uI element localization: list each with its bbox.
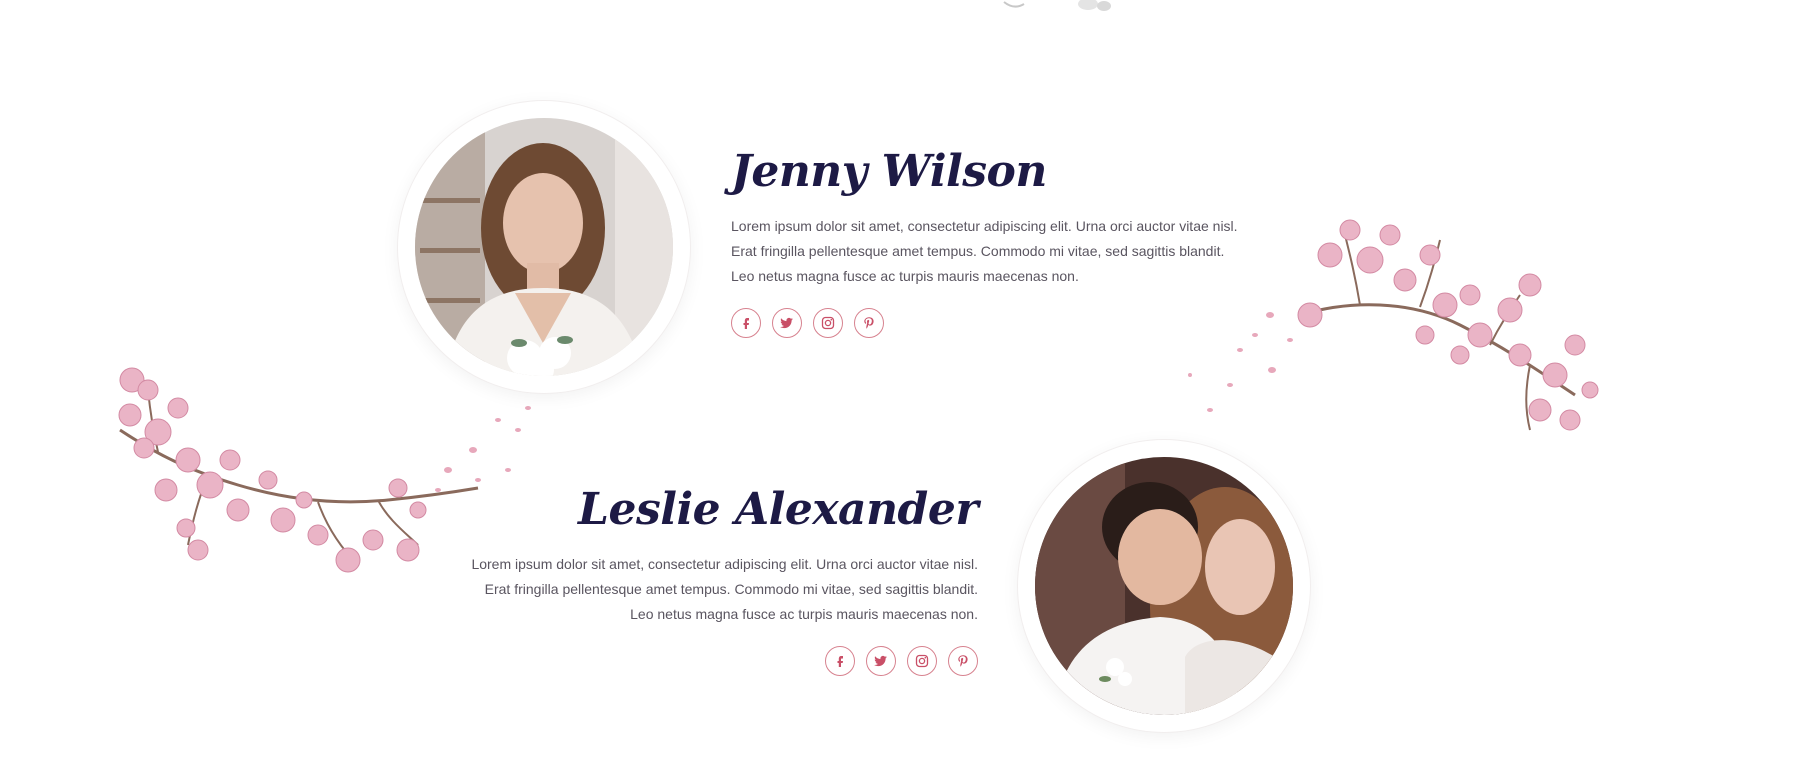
profile-bio: Lorem ipsum dolor sit amet, consectetur … [471, 556, 978, 623]
profile-bio: Lorem ipsum dolor sit amet, consectetur … [731, 218, 1238, 285]
twitter-button[interactable] [866, 646, 896, 677]
top-ornament-decoration [1003, 0, 1111, 11]
facebook-icon [837, 656, 843, 668]
twitter-icon [780, 318, 793, 329]
pinterest-icon [958, 655, 968, 668]
twitter-icon [874, 656, 887, 667]
facebook-button[interactable] [731, 308, 761, 339]
profile-name: Leslie Alexander [578, 484, 978, 535]
social-links [731, 308, 1251, 339]
pinterest-button[interactable] [854, 308, 884, 339]
pinterest-button[interactable] [948, 646, 978, 677]
profile-jenny: Jenny Wilson Lorem ipsum dolor sit amet,… [731, 146, 1251, 339]
bride-portrait-frame [398, 101, 690, 393]
instagram-button[interactable] [813, 308, 843, 339]
couple-portrait-frame [1018, 440, 1310, 732]
instagram-icon [915, 655, 929, 668]
instagram-icon [821, 317, 835, 330]
pinterest-icon [864, 317, 874, 330]
bride-portrait-photo [415, 118, 673, 376]
couple-profiles-section: Jenny Wilson Lorem ipsum dolor sit amet,… [0, 0, 1819, 772]
social-links [460, 646, 978, 677]
facebook-button[interactable] [825, 646, 855, 677]
couple-portrait-photo [1035, 457, 1293, 715]
profile-name: Jenny Wilson [731, 146, 1047, 197]
twitter-button[interactable] [772, 308, 802, 339]
instagram-button[interactable] [907, 646, 937, 677]
profile-leslie: Leslie Alexander Lorem ipsum dolor sit a… [460, 484, 979, 677]
couple-portrait [1035, 457, 1293, 715]
bride-portrait [415, 118, 673, 376]
facebook-icon [743, 318, 749, 330]
